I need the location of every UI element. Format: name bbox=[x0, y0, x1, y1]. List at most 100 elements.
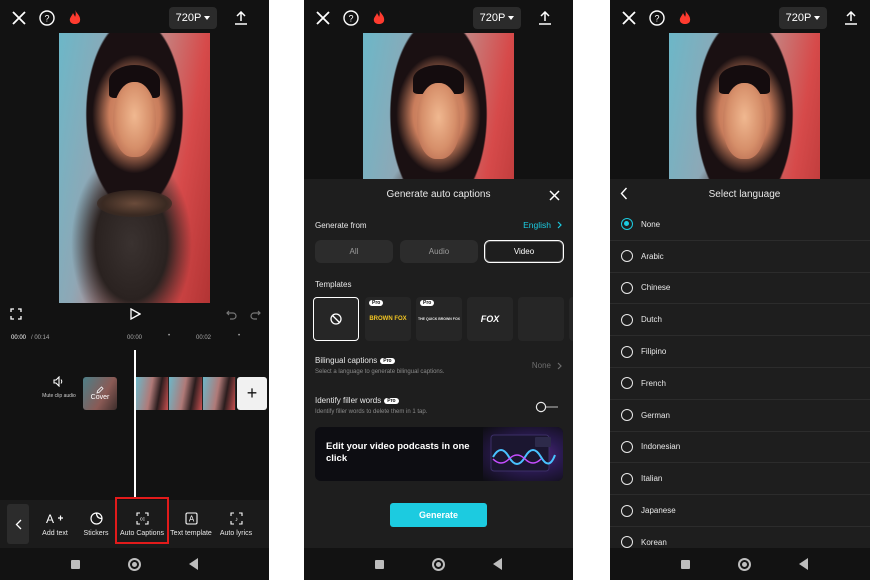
radio bbox=[621, 504, 633, 517]
caret-down-icon bbox=[814, 16, 821, 20]
template-quick-brown-fox[interactable]: Pro THE QUICK BROWN FOX bbox=[416, 297, 462, 341]
current-time: 00:00 bbox=[11, 335, 27, 341]
language-option-indonesian[interactable]: Indonesian bbox=[610, 432, 870, 464]
recents-icon[interactable] bbox=[375, 559, 384, 569]
pro-badge: Pro bbox=[420, 300, 435, 306]
home-icon[interactable] bbox=[738, 557, 751, 571]
resolution-button[interactable]: 720P bbox=[169, 7, 217, 29]
template-more[interactable] bbox=[569, 297, 573, 341]
svg-text:A: A bbox=[188, 515, 194, 524]
mute-clip-audio-button[interactable]: Mute clip audio bbox=[36, 376, 82, 399]
flame-icon[interactable] bbox=[676, 9, 694, 27]
filler-words-toggle[interactable] bbox=[535, 400, 559, 413]
language-name: Dutch bbox=[641, 315, 662, 325]
close-sheet-icon[interactable] bbox=[549, 188, 561, 201]
auto-captions-screen: ? 720P Generate auto captions Generate f… bbox=[304, 0, 573, 580]
add-text-tool[interactable]: A Add text bbox=[36, 500, 74, 548]
playhead[interactable] bbox=[134, 350, 136, 498]
bilingual-selector[interactable]: None bbox=[532, 361, 562, 370]
home-icon[interactable] bbox=[128, 557, 141, 571]
language-option-italian[interactable]: Italian bbox=[610, 463, 870, 496]
language-option-german[interactable]: German bbox=[610, 400, 870, 432]
cover-button[interactable]: Cover bbox=[83, 377, 117, 410]
export-icon[interactable] bbox=[842, 9, 860, 27]
redo-icon[interactable] bbox=[250, 308, 261, 326]
toolbar-back-button[interactable] bbox=[7, 504, 29, 544]
video-clip[interactable] bbox=[136, 377, 236, 410]
help-icon[interactable]: ? bbox=[342, 9, 360, 27]
sheet-title: Select language bbox=[708, 189, 781, 200]
language-option-korean[interactable]: Korean bbox=[610, 527, 870, 548]
source-audio[interactable]: Audio bbox=[400, 240, 478, 263]
ruler-dot: • bbox=[168, 333, 171, 339]
help-icon[interactable]: ? bbox=[648, 9, 666, 27]
auto-lyrics-tool[interactable]: ♪ Auto lyrics bbox=[216, 500, 256, 548]
back-icon[interactable] bbox=[799, 558, 808, 570]
time-ruler: 00:00 / 00:14 00:00 • 00:02 • bbox=[0, 333, 269, 345]
flame-icon[interactable] bbox=[370, 9, 388, 27]
radio bbox=[621, 472, 633, 485]
language-option-french[interactable]: French bbox=[610, 368, 870, 400]
export-icon[interactable] bbox=[536, 9, 554, 27]
recents-icon[interactable] bbox=[681, 559, 690, 569]
close-icon[interactable] bbox=[620, 9, 638, 27]
text-template-tool[interactable]: A Text template bbox=[168, 500, 214, 548]
language-option-filipino[interactable]: Filipino bbox=[610, 336, 870, 368]
template-text: BROWN FOX bbox=[369, 316, 407, 322]
resolution-button[interactable]: 720P bbox=[473, 7, 521, 29]
template-fox[interactable]: FOX bbox=[467, 297, 513, 341]
edit-icon bbox=[96, 386, 104, 394]
auto-captions-sheet: Generate auto captions Generate from Eng… bbox=[304, 179, 573, 548]
stickers-tool[interactable]: Stickers bbox=[78, 500, 114, 548]
video-preview[interactable] bbox=[669, 33, 820, 179]
language-selector[interactable]: English bbox=[523, 220, 562, 230]
template-blank[interactable] bbox=[518, 297, 564, 341]
auto-captions-highlight bbox=[115, 497, 169, 544]
generate-button[interactable]: Generate bbox=[390, 503, 487, 527]
video-preview[interactable] bbox=[363, 33, 514, 179]
language-option-chinese[interactable]: Chinese bbox=[610, 273, 870, 305]
editor-screen: ? 720P 00:00 / 00:14 00:00 • 00:02 • Mut… bbox=[0, 0, 269, 580]
svg-text:?: ? bbox=[44, 14, 49, 24]
resolution-button[interactable]: 720P bbox=[779, 7, 827, 29]
language-option-arabic[interactable]: Arabic bbox=[610, 241, 870, 273]
top-bar: ? 720P bbox=[0, 0, 269, 36]
language-value: English bbox=[523, 220, 551, 230]
top-bar: ? 720P bbox=[610, 0, 870, 36]
bilingual-label-text: Bilingual captions bbox=[315, 356, 378, 365]
recents-icon[interactable] bbox=[71, 559, 80, 569]
back-icon[interactable] bbox=[493, 558, 502, 570]
close-icon[interactable] bbox=[314, 9, 332, 27]
language-name: Filipino bbox=[641, 347, 667, 357]
home-icon[interactable] bbox=[432, 557, 445, 571]
podcast-promo-banner[interactable]: Edit your video podcasts in one click bbox=[315, 427, 563, 481]
svg-text:♪: ♪ bbox=[235, 517, 238, 523]
play-icon[interactable] bbox=[130, 307, 142, 325]
total-time: / 00:14 bbox=[31, 335, 50, 341]
back-icon[interactable] bbox=[189, 558, 198, 570]
fullscreen-icon[interactable] bbox=[10, 307, 22, 325]
language-option-japanese[interactable]: Japanese bbox=[610, 495, 870, 527]
ruler-mark: 00:00 bbox=[127, 335, 143, 341]
tool-label: Text template bbox=[170, 529, 212, 537]
chevron-right-icon bbox=[557, 362, 562, 369]
export-icon[interactable] bbox=[232, 9, 250, 27]
flame-icon[interactable] bbox=[66, 9, 84, 27]
system-nav-bar bbox=[610, 548, 870, 580]
source-all[interactable]: All bbox=[315, 240, 393, 263]
close-icon[interactable] bbox=[10, 9, 28, 27]
video-preview[interactable] bbox=[59, 33, 210, 303]
language-name: German bbox=[641, 410, 670, 420]
language-name: Korean bbox=[641, 537, 667, 547]
playback-controls bbox=[0, 305, 269, 323]
system-nav-bar bbox=[304, 548, 573, 580]
add-clip-button[interactable]: + bbox=[237, 377, 267, 410]
language-option-none[interactable]: None bbox=[610, 209, 870, 241]
text-template-icon: A bbox=[184, 512, 198, 526]
help-icon[interactable]: ? bbox=[38, 9, 56, 27]
template-brown-fox[interactable]: Pro BROWN FOX bbox=[365, 297, 411, 341]
language-option-dutch[interactable]: Dutch bbox=[610, 304, 870, 337]
template-none[interactable] bbox=[313, 297, 359, 341]
undo-icon[interactable] bbox=[226, 308, 237, 326]
source-video[interactable]: Video bbox=[484, 240, 564, 263]
